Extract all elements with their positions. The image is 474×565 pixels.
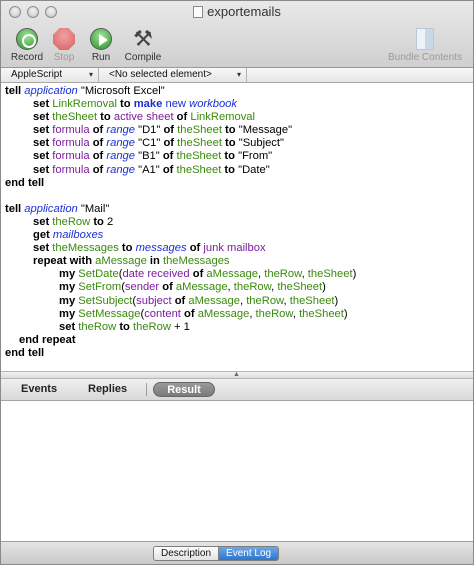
titlebar: exportemails Record Stop Run ⚒ Compile B… (1, 1, 473, 68)
script-editor[interactable]: tell application "Microsoft Excel" set L… (1, 84, 473, 371)
code-line: set formula of range "C1" of theSheet to… (33, 137, 284, 150)
bundle-icon (416, 28, 434, 50)
run-label: Run (91, 52, 111, 63)
bundle-label: Bundle Contents (388, 52, 462, 63)
tab-events[interactable]: Events (21, 383, 57, 395)
code-line: end tell (5, 346, 45, 359)
code-line: my SetSubject(subject of aMessage, theRo… (59, 294, 339, 307)
tab-separator (146, 383, 147, 396)
run-button[interactable]: Run (79, 28, 123, 63)
code-line: get mailboxes (33, 229, 104, 242)
hammer-icon: ⚒ (133, 26, 153, 51)
code-line: set formula of range "A1" of theSheet to… (33, 163, 270, 176)
code-line: my SetMessage(content of aMessage, theRo… (59, 307, 348, 320)
code-line: tell application "Mail" (5, 202, 110, 215)
pane-splitter[interactable]: ▲ (1, 371, 473, 379)
popup-arrow-icon: ▾ (236, 70, 241, 79)
splitter-grip-icon: ▲ (233, 371, 240, 378)
description-button[interactable]: Description (154, 547, 219, 560)
code-line: tell application "Microsoft Excel" (5, 85, 165, 97)
code-line: set formula of range "D1" of theSheet to… (33, 124, 293, 137)
window-title: exportemails (1, 4, 473, 19)
record-icon (16, 28, 38, 50)
code-line: repeat with aMessage in theMessages (33, 255, 230, 268)
result-tabbar: Events Replies Result (1, 379, 473, 401)
view-segmented-control: Description Event Log (153, 546, 280, 561)
element-popup[interactable]: <No selected element> ▾ (99, 68, 247, 82)
popup-arrow-icon: ▾ (88, 70, 93, 79)
navigation-bar: AppleScript ▾ <No selected element> ▾ (1, 68, 473, 83)
code-line: set theRow to 2 (33, 215, 114, 228)
code-line: set theSheet to active sheet of LinkRemo… (33, 111, 256, 124)
code-line: end tell (5, 176, 45, 189)
tab-result[interactable]: Result (153, 382, 215, 397)
code-line: set theMessages to messages of junk mail… (33, 242, 266, 255)
bundle-contents-button[interactable]: Bundle Contents (387, 28, 463, 63)
stop-icon (53, 28, 75, 50)
bottom-bar: Description Event Log (1, 541, 473, 564)
code-line: set formula of range "B1" of theSheet to… (33, 150, 273, 163)
code-line: end repeat (19, 333, 76, 346)
result-pane[interactable] (1, 402, 473, 541)
code-line: set LinkRemoval to make new workbook (33, 98, 237, 111)
tab-replies[interactable]: Replies (88, 383, 127, 395)
run-icon (90, 28, 112, 50)
code-line: my SetDate(date received of aMessage, th… (59, 268, 357, 281)
language-popup[interactable]: AppleScript ▾ (1, 68, 99, 82)
script-editor-window: exportemails Record Stop Run ⚒ Compile B… (0, 0, 474, 565)
code-line: my SetFrom(sender of aMessage, theRow, t… (59, 281, 326, 294)
compile-button[interactable]: ⚒ Compile (121, 26, 165, 64)
code-line: set theRow to theRow + 1 (59, 320, 190, 333)
compile-label: Compile (124, 52, 162, 63)
document-icon (193, 6, 204, 18)
event-log-button[interactable]: Event Log (218, 547, 279, 560)
